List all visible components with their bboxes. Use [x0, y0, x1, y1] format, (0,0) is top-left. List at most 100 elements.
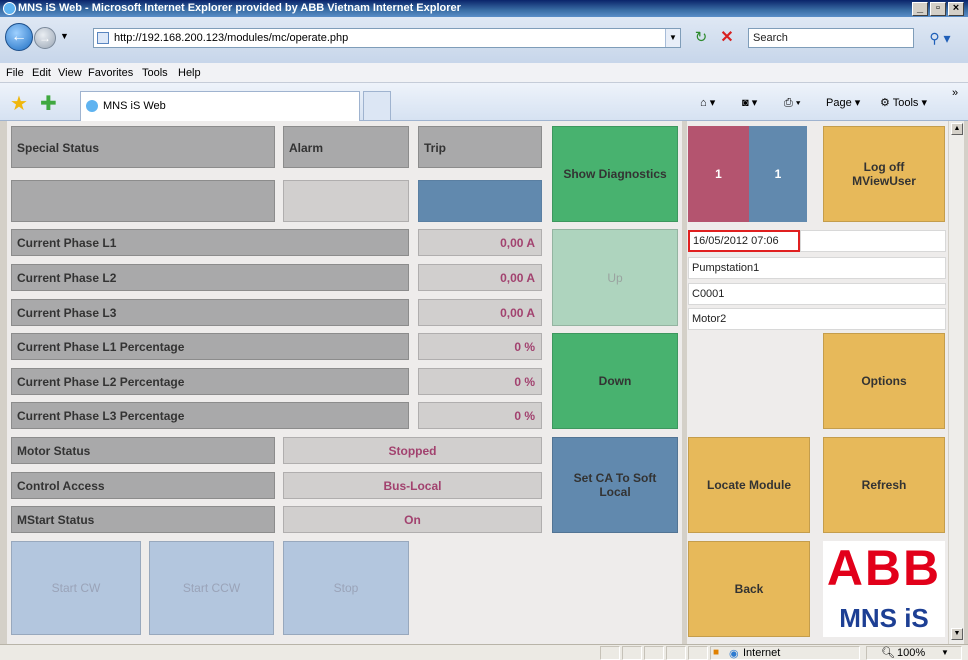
motor-display: Motor2: [688, 308, 946, 330]
page-menu-label: Page: [826, 97, 852, 109]
menu-edit[interactable]: Edit: [32, 63, 51, 83]
measurement-label: Current Phase L3 Percentage: [11, 402, 409, 429]
down-button[interactable]: Down: [552, 333, 678, 429]
up-button[interactable]: Up: [552, 229, 678, 326]
address-url: http://192.168.200.123/modules/mc/operat…: [114, 32, 349, 44]
zone-label: Internet: [743, 647, 781, 659]
status-pane: [666, 646, 686, 660]
favorites-star-icon[interactable]: ★: [10, 91, 28, 116]
back-button[interactable]: ←: [5, 23, 33, 51]
start-cw-button[interactable]: Start CW: [11, 541, 141, 635]
minimize-button[interactable]: _: [912, 2, 928, 16]
state-value: On: [283, 506, 542, 533]
state-value: Stopped: [283, 437, 542, 464]
search-icon[interactable]: ⚲ ▾: [918, 28, 962, 48]
status-pane: [622, 646, 642, 660]
feeds-icon[interactable]: ◙ ▾: [742, 93, 757, 113]
back-button-page[interactable]: Back: [688, 541, 810, 637]
status-pane: [688, 646, 708, 660]
measurement-label: Current Phase L1: [11, 229, 409, 256]
log-off-button[interactable]: Log off MViewUser: [823, 126, 945, 222]
stop-button[interactable]: Stop: [283, 541, 409, 635]
page-menu[interactable]: Page ▾: [826, 93, 860, 113]
tab-bar: ★ ✚ MNS iS Web ⌂ ▾ ◙ ▾ ⎙ ▾ Page ▾ ⚙ Tool…: [0, 83, 968, 121]
tab-title: MNS iS Web: [103, 100, 166, 112]
refresh-button[interactable]: Refresh: [823, 437, 945, 533]
measurement-value: 0 %: [418, 333, 542, 360]
tab-favicon-icon: [86, 100, 98, 112]
special-status-indicator: [11, 180, 275, 222]
browser-stop-icon[interactable]: ✕: [716, 28, 738, 48]
measurement-value: 0 %: [418, 368, 542, 395]
back-arrow-icon: ←: [11, 28, 27, 45]
counter-left: 1: [688, 126, 749, 222]
station-display: Pumpstation1: [688, 257, 946, 279]
menu-view[interactable]: View: [58, 63, 82, 83]
new-tab-button[interactable]: [363, 91, 391, 121]
alarm-indicator: [283, 180, 409, 222]
alarm-label: Alarm: [283, 126, 409, 168]
measurement-value: 0,00 A: [418, 299, 542, 326]
measurement-value: 0,00 A: [418, 264, 542, 291]
state-label: MStart Status: [11, 506, 275, 533]
more-tools-icon[interactable]: »: [952, 83, 958, 103]
scroll-down-icon[interactable]: ▼: [951, 628, 963, 640]
add-favorite-icon[interactable]: ✚: [40, 91, 57, 116]
address-input[interactable]: http://192.168.200.123/modules/mc/operat…: [93, 28, 681, 48]
forward-arrow-icon: →: [39, 31, 51, 45]
window-title: MNS iS Web - Microsoft Internet Explorer…: [18, 2, 461, 14]
vertical-scrollbar[interactable]: ▲ ▼: [948, 121, 964, 644]
browser-refresh-icon[interactable]: ↻: [690, 28, 712, 48]
abb-logo-text: ABB: [826, 540, 942, 596]
mns-is-logo-text: MNS iS: [839, 603, 929, 633]
panel-divider: [682, 121, 687, 644]
start-ccw-button[interactable]: Start CCW: [149, 541, 274, 635]
history-dropdown-icon[interactable]: ▼: [60, 31, 69, 41]
measurement-label: Current Phase L2 Percentage: [11, 368, 409, 395]
menu-file[interactable]: File: [6, 63, 24, 83]
locate-module-button[interactable]: Locate Module: [688, 437, 810, 533]
abb-mns-logo: ABB MNS iS: [823, 541, 945, 637]
zoom-icon: 🔍︎: [881, 647, 895, 659]
state-label: Control Access: [11, 472, 275, 499]
forward-button[interactable]: →: [34, 27, 56, 49]
trip-label: Trip: [418, 126, 542, 168]
status-pane: [600, 646, 620, 660]
internet-globe-icon: ◉: [729, 648, 739, 660]
menu-tools[interactable]: Tools: [142, 63, 168, 83]
tools-menu[interactable]: ⚙ Tools ▾: [880, 93, 927, 113]
menu-help[interactable]: Help: [178, 63, 201, 83]
measurement-label: Current Phase L3: [11, 299, 409, 326]
scroll-up-icon[interactable]: ▲: [951, 123, 963, 135]
address-dropdown-icon[interactable]: ▼: [665, 29, 680, 47]
show-diagnostics-button[interactable]: Show Diagnostics: [552, 126, 678, 222]
close-window-button[interactable]: ×: [948, 2, 964, 16]
maximize-button[interactable]: ▫: [930, 2, 946, 16]
special-status-label: Special Status: [11, 126, 275, 168]
page-icon: [97, 32, 109, 44]
datetime-field-rest: [800, 230, 946, 252]
menu-bar: File Edit View Favorites Tools Help: [0, 63, 968, 83]
status-pane: [644, 646, 664, 660]
datetime-display: 16/05/2012 07:06: [688, 230, 800, 252]
options-button[interactable]: Options: [823, 333, 945, 429]
search-input[interactable]: Search: [748, 28, 914, 48]
home-icon[interactable]: ⌂ ▾: [700, 93, 715, 113]
measurement-label: Current Phase L1 Percentage: [11, 333, 409, 360]
print-icon[interactable]: ⎙ ▾: [784, 93, 800, 113]
counter-right: 1: [749, 126, 807, 222]
tab-mns-is-web[interactable]: MNS iS Web: [80, 91, 360, 121]
ie-logo-icon: [3, 2, 16, 15]
code-display: C0001: [688, 283, 946, 305]
protected-mode-icon: ■: [713, 647, 720, 658]
state-value: Bus-Local: [283, 472, 542, 499]
state-label: Motor Status: [11, 437, 275, 464]
navigation-bar: ← → ▼ http://192.168.200.123/modules/mc/…: [0, 17, 968, 63]
window-title-bar: MNS iS Web - Microsoft Internet Explorer…: [0, 0, 968, 17]
zoom-dropdown-icon[interactable]: ▼: [941, 647, 949, 659]
tools-menu-label: Tools: [892, 97, 919, 109]
measurement-value: 0 %: [418, 402, 542, 429]
zoom-pane[interactable]: 🔍︎ 100% ▼: [866, 646, 962, 660]
set-ca-soft-local-button[interactable]: Set CA To Soft Local: [552, 437, 678, 533]
menu-favorites[interactable]: Favorites: [88, 63, 133, 83]
